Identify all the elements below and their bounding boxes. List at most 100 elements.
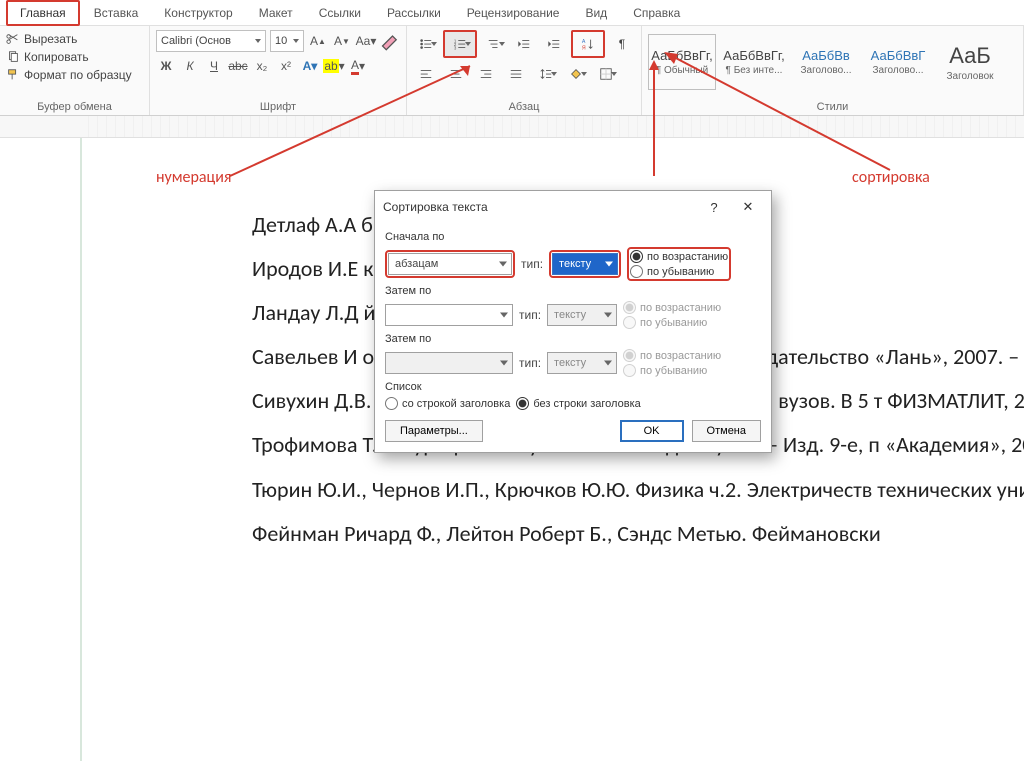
ruler[interactable]	[0, 116, 1024, 138]
then-by-label-2: Затем по	[385, 333, 761, 345]
underline-button[interactable]: Ч	[204, 56, 224, 76]
grow-font-button[interactable]: A▲	[308, 31, 328, 51]
align-right-button[interactable]	[473, 62, 499, 86]
font-group-label: Шрифт	[156, 99, 400, 115]
indent-left-icon	[517, 37, 531, 51]
show-marks-button[interactable]: ¶	[609, 32, 635, 56]
line-spacing-button[interactable]	[533, 62, 559, 86]
tab-view[interactable]: Вид	[573, 2, 619, 24]
borders-icon	[599, 67, 613, 81]
style-title[interactable]: АаБЗаголовок	[936, 34, 1004, 90]
style-no-spacing[interactable]: АаБбВвГг,¶ Без инте...	[720, 34, 788, 90]
header-row-radio[interactable]: со строкой заголовка	[385, 397, 510, 410]
line-spacing-icon	[539, 67, 553, 81]
dialog-titlebar: Сортировка текста ? ✕	[375, 191, 771, 223]
eraser-icon	[380, 31, 400, 51]
bullets-button[interactable]	[413, 32, 439, 56]
no-header-row-radio[interactable]: без строки заголовка	[516, 397, 640, 410]
subscript-button[interactable]: x₂	[252, 56, 272, 76]
justify-button[interactable]	[503, 62, 529, 86]
desc-radio-3: по убыванию	[623, 364, 721, 377]
tab-design[interactable]: Конструктор	[152, 2, 244, 24]
ok-button[interactable]: OK	[620, 420, 684, 442]
svg-text:Я: Я	[582, 45, 586, 51]
asc-radio-1[interactable]: по возрастанию	[630, 250, 728, 263]
options-button[interactable]: Параметры...	[385, 420, 483, 442]
sort-type-2-select[interactable]: тексту	[547, 304, 617, 326]
sort-dialog: Сортировка текста ? ✕ Сначала по абзацам…	[374, 190, 772, 453]
borders-button[interactable]	[593, 62, 619, 86]
tab-review[interactable]: Рецензирование	[455, 2, 572, 24]
then-by-1-select[interactable]	[385, 304, 513, 326]
strike-button[interactable]: abc	[228, 56, 248, 76]
styles-gallery[interactable]: АаБбВвГг,¶ Обычный АаБбВвГг,¶ Без инте..…	[648, 30, 1017, 90]
group-font: Calibri (Основ 10 A▲ A▼ Aa▾ Ж К Ч abc x₂…	[150, 26, 407, 115]
type-label-1: тип:	[521, 257, 543, 271]
sort-by-field-select[interactable]: абзацам	[388, 253, 512, 275]
cancel-button[interactable]: Отмена	[692, 420, 761, 442]
copy-button[interactable]: Копировать	[6, 48, 143, 66]
font-name-select[interactable]: Calibri (Основ	[156, 30, 266, 52]
svg-text:3: 3	[454, 45, 457, 50]
cut-button[interactable]: Вырезать	[6, 30, 143, 48]
clear-format-button[interactable]	[380, 31, 400, 51]
text-effects-button[interactable]: A▾	[300, 56, 320, 76]
justify-icon	[509, 67, 523, 81]
tab-references[interactable]: Ссылки	[307, 2, 373, 24]
asc-radio-3: по возрастанию	[623, 349, 721, 362]
bold-button[interactable]: Ж	[156, 56, 176, 76]
dialog-title: Сортировка текста	[383, 200, 488, 214]
italic-button[interactable]: К	[180, 56, 200, 76]
list-item[interactable]: Тюрин Ю.И., Чернов И.П., Крючков Ю.Ю. Фи…	[242, 473, 1024, 507]
desc-radio-1[interactable]: по убыванию	[630, 265, 728, 278]
shading-button[interactable]	[563, 62, 589, 86]
callout-numbering: нумерация	[156, 168, 231, 187]
multilevel-button[interactable]	[481, 32, 507, 56]
format-painter-button[interactable]: Формат по образцу	[6, 66, 143, 84]
sort-type-1-select[interactable]: тексту	[552, 253, 618, 275]
scissors-icon	[6, 32, 20, 46]
style-heading1[interactable]: АаБбВвЗаголово...	[792, 34, 860, 90]
tab-insert[interactable]: Вставка	[82, 2, 151, 24]
type-label-2: тип:	[519, 308, 541, 322]
style-heading2[interactable]: АаБбВвГЗаголово...	[864, 34, 932, 90]
align-center-icon	[449, 67, 463, 81]
paragraph-group-label: Абзац	[413, 99, 635, 115]
format-painter-label: Формат по образцу	[24, 68, 132, 82]
font-color-button[interactable]: A▾	[348, 56, 368, 76]
list-section-label: Список	[385, 381, 761, 393]
shrink-font-button[interactable]: A▼	[332, 31, 352, 51]
multilevel-icon	[487, 37, 501, 51]
copy-label: Копировать	[24, 50, 89, 64]
align-left-icon	[419, 67, 433, 81]
align-left-button[interactable]	[413, 62, 439, 86]
desc-radio-2: по убыванию	[623, 316, 721, 329]
indent-dec-button[interactable]	[511, 32, 537, 56]
list-item[interactable]: Фейнман Ричард Ф., Лейтон Роберт Б., Сэн…	[242, 517, 1024, 551]
styles-group-label: Стили	[648, 99, 1017, 115]
indent-right-icon	[547, 37, 561, 51]
cut-label: Вырезать	[24, 32, 77, 46]
change-case-button[interactable]: Aa▾	[356, 31, 376, 51]
type-label-3: тип:	[519, 356, 541, 370]
then-by-label-1: Затем по	[385, 285, 761, 297]
help-button[interactable]: ?	[699, 197, 729, 217]
tab-mailings[interactable]: Рассылки	[375, 2, 453, 24]
close-button[interactable]: ✕	[733, 197, 763, 217]
font-size-select[interactable]: 10	[270, 30, 304, 52]
bullets-icon	[419, 37, 433, 51]
superscript-button[interactable]: x²	[276, 56, 296, 76]
align-center-button[interactable]	[443, 62, 469, 86]
asc-radio-2: по возрастанию	[623, 301, 721, 314]
brush-icon	[6, 68, 20, 82]
tab-home[interactable]: Главная	[6, 0, 80, 26]
then-by-2-select	[385, 352, 513, 374]
tab-help[interactable]: Справка	[621, 2, 692, 24]
highlight-button[interactable]: ab▾	[324, 56, 344, 76]
indent-inc-button[interactable]	[541, 32, 567, 56]
style-normal[interactable]: АаБбВвГг,¶ Обычный	[648, 34, 716, 90]
numbering-button[interactable]: 123	[447, 32, 473, 56]
sort-button[interactable]: АЯ	[575, 32, 601, 56]
group-styles: АаБбВвГг,¶ Обычный АаБбВвГг,¶ Без инте..…	[642, 26, 1024, 115]
tab-layout[interactable]: Макет	[247, 2, 305, 24]
